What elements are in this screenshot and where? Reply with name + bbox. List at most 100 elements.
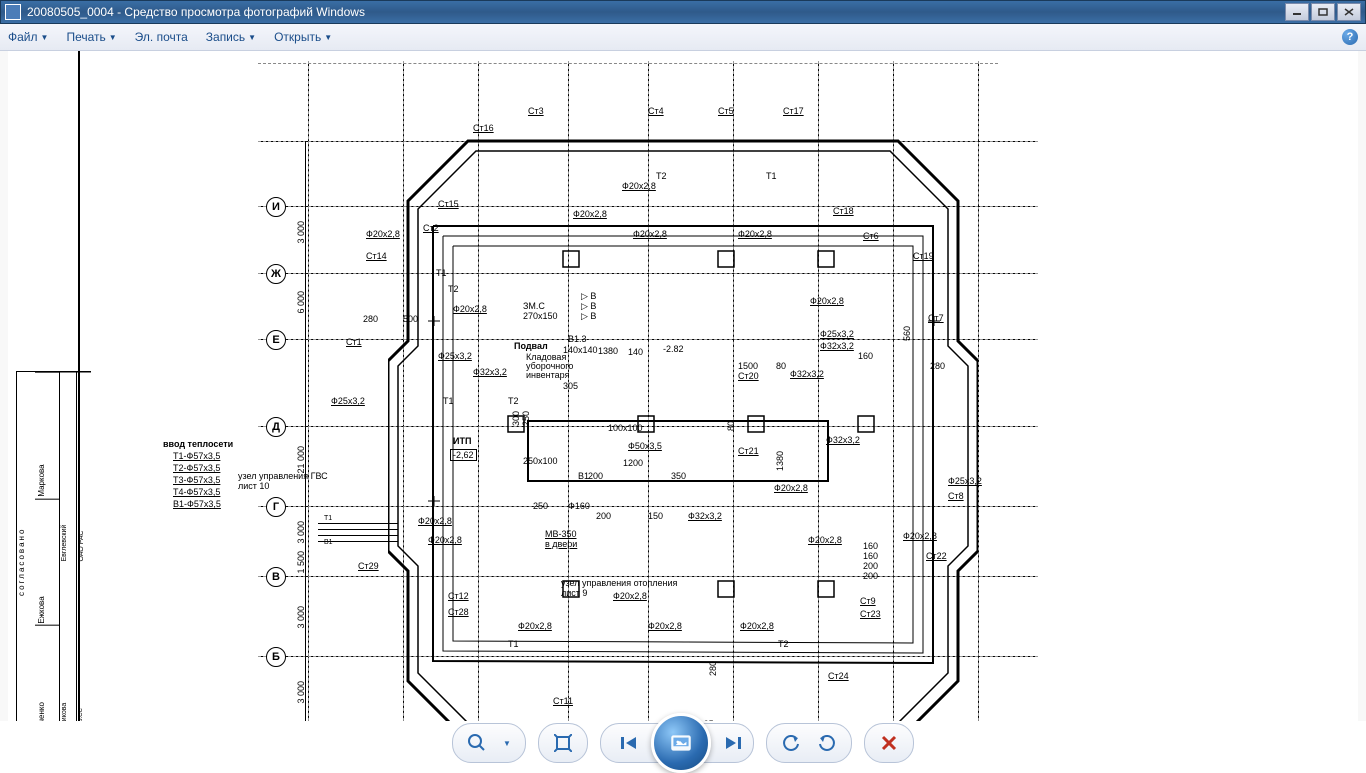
menu-print[interactable]: Печать▼ bbox=[66, 30, 116, 44]
menu-file[interactable]: Файл▼ bbox=[8, 30, 48, 44]
riser-label: Ст8 bbox=[948, 491, 964, 501]
line-label: Т2 bbox=[508, 396, 519, 406]
pipe-label: Ф20x2,8 bbox=[740, 621, 774, 631]
riser-label: Ст15 bbox=[438, 199, 459, 209]
line-label: Т2 bbox=[778, 639, 789, 649]
pipe-label: Ф20x2,8 bbox=[453, 304, 487, 314]
room-label: Подвал bbox=[514, 341, 548, 351]
axis-row-bubble: Д bbox=[266, 417, 286, 437]
pipe-label: Ф25x3,2 bbox=[331, 396, 365, 406]
riser-label: Ст12 bbox=[448, 591, 469, 601]
pipe-label: Ф25x3,2 bbox=[438, 351, 472, 361]
pipe-label: Ф20x2,8 bbox=[774, 483, 808, 493]
riser-label: Ст22 bbox=[926, 551, 947, 561]
riser-label: Ст23 bbox=[860, 609, 881, 619]
dim-label: 1200 bbox=[623, 458, 643, 468]
building-outline bbox=[388, 121, 978, 721]
riser-label: Ст21 bbox=[738, 446, 759, 456]
heat-input-line: Т1-Ф57x3,5 bbox=[173, 451, 220, 461]
window-title: 20080505_0004 - Средство просмотра фотог… bbox=[27, 5, 1285, 19]
riser-label: Ст6 bbox=[863, 231, 879, 241]
riser-label: Ст4 bbox=[648, 106, 664, 116]
note-label: ЗМ.С 270x150 bbox=[523, 301, 558, 321]
room-label: -2,62 bbox=[450, 449, 477, 461]
riser-label: Ст17 bbox=[783, 106, 804, 116]
riser-label: Ст2 bbox=[423, 223, 439, 233]
pipe-label: Ф20x2,8 bbox=[418, 516, 452, 526]
help-button[interactable]: ? bbox=[1342, 29, 1358, 45]
axis-row-bubble: Е bbox=[266, 330, 286, 350]
dim-label: 160 bbox=[863, 541, 878, 551]
line-label: Т2 bbox=[656, 171, 667, 181]
dim-label: 250 bbox=[521, 411, 531, 426]
chevron-down-icon: ▼ bbox=[41, 33, 49, 42]
slideshow-button[interactable] bbox=[651, 713, 711, 773]
riser-label: Ст14 bbox=[366, 251, 387, 261]
dim-label: 80 bbox=[726, 421, 736, 431]
close-button[interactable] bbox=[1337, 3, 1361, 21]
titlebar: 20080505_0004 - Средство просмотра фотог… bbox=[0, 0, 1366, 24]
line-label: Т1 bbox=[443, 396, 454, 406]
dim-label: 280 bbox=[708, 661, 718, 676]
zoom-button[interactable] bbox=[467, 733, 487, 753]
dim-label: 160 bbox=[863, 551, 878, 561]
heat-input-title: ввод теплосети bbox=[163, 439, 233, 449]
zoom-group: ▼ bbox=[452, 723, 526, 763]
menubar: Файл▼ Печать▼ Эл. почта Запись▼ Открыть▼… bbox=[0, 24, 1366, 51]
dim-label: 560 bbox=[902, 326, 912, 341]
minimize-button[interactable] bbox=[1285, 3, 1309, 21]
delete-group bbox=[864, 723, 914, 763]
heat-input-line: Т4-Ф57x3,5 bbox=[173, 487, 220, 497]
dim-label: 200 bbox=[588, 471, 603, 481]
pipe-label: Ф20x2,8 bbox=[738, 229, 772, 239]
rotate-group bbox=[766, 723, 852, 763]
chevron-down-icon: ▼ bbox=[248, 33, 256, 42]
dim-label: 200 bbox=[596, 511, 611, 521]
riser-label: Ст3 bbox=[528, 106, 544, 116]
pipe-label: Ф32x3,2 bbox=[826, 435, 860, 445]
photo-canvas[interactable]: И Ж Е Д Г В Б А 3 000 6 000 21 000 3 000… bbox=[0, 51, 1366, 721]
drawing-content: И Ж Е Д Г В Б А 3 000 6 000 21 000 3 000… bbox=[8, 51, 1358, 721]
previous-button[interactable] bbox=[619, 733, 639, 753]
riser-label: Ст1 bbox=[346, 337, 362, 347]
chevron-down-icon: ▼ bbox=[324, 33, 332, 42]
menu-burn[interactable]: Запись▼ bbox=[206, 30, 256, 44]
pipe-label: Ф32x3,2 bbox=[790, 369, 824, 379]
dim-label: 280 bbox=[363, 314, 378, 324]
dim-label: 150 bbox=[648, 511, 663, 521]
maximize-button[interactable] bbox=[1311, 3, 1335, 21]
dim-label: 160 bbox=[858, 351, 873, 361]
axis-row-bubble: Б bbox=[266, 647, 286, 667]
riser-label: Ст16 bbox=[473, 123, 494, 133]
pipe-label: Ф32x3,2 bbox=[820, 341, 854, 351]
gvs-node-label: узел управления ГВС лист 10 bbox=[238, 471, 328, 491]
pipe-label: Ф20x2,8 bbox=[622, 181, 656, 191]
rotate-cw-button[interactable] bbox=[817, 733, 837, 753]
app-icon bbox=[5, 4, 21, 20]
riser-label: Ст28 bbox=[448, 607, 469, 617]
pipe-label: Ф25x3,2 bbox=[820, 329, 854, 339]
dim-label: 200 bbox=[863, 571, 878, 581]
pipe-label: Ф20x2,8 bbox=[428, 535, 462, 545]
menu-open[interactable]: Открыть▼ bbox=[274, 30, 332, 44]
pipe-label: Ф20x2,8 bbox=[903, 531, 937, 541]
dim-label: В1 bbox=[578, 471, 589, 481]
menu-email[interactable]: Эл. почта bbox=[135, 30, 188, 44]
dim-label: В1.3 bbox=[568, 334, 587, 344]
riser-label: Ст11 bbox=[553, 696, 573, 706]
dim-label: 500 bbox=[403, 314, 418, 324]
pipe-label: Ф20x2,8 bbox=[648, 621, 682, 631]
rotate-ccw-button[interactable] bbox=[781, 733, 801, 753]
dim-label: 250x100 bbox=[523, 456, 558, 466]
line-label: Т1 bbox=[324, 515, 332, 522]
pipe-label: Ф20x2,8 bbox=[633, 229, 667, 239]
line-label: Т1 bbox=[766, 171, 777, 181]
actual-size-button[interactable] bbox=[553, 733, 573, 753]
dim-label: 1380 bbox=[598, 346, 618, 356]
dim-label: 100x100 bbox=[608, 423, 643, 433]
line-label: В1 bbox=[324, 539, 333, 546]
heat-input-line: Т2-Ф57x3,5 bbox=[173, 463, 220, 473]
next-button[interactable] bbox=[723, 733, 743, 753]
dim-label: 305 bbox=[563, 381, 578, 391]
delete-button[interactable] bbox=[879, 733, 899, 753]
